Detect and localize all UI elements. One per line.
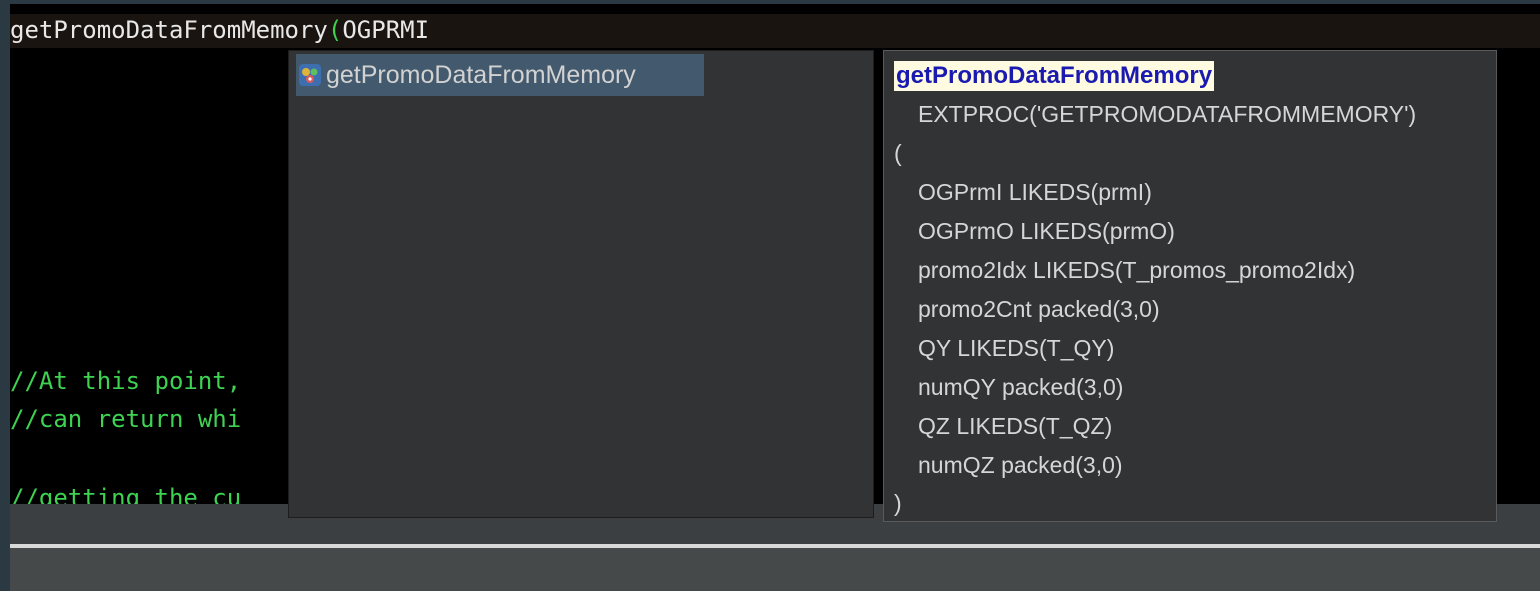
detail-title: getPromoDataFromMemory — [894, 61, 1215, 91]
typed-argument: OGPRMI — [342, 16, 430, 44]
detail-line: ) — [894, 490, 902, 516]
detail-line: OGPrmI LIKEDS(prmI) — [918, 179, 1152, 205]
detail-line: numQZ packed(3,0) — [918, 452, 1123, 478]
current-code-line[interactable]: getPromoDataFromMemory(OGPRMI — [10, 14, 1540, 48]
detail-line: OGPrmO LIKEDS(prmO) — [918, 218, 1175, 244]
detail-line: promo2Idx LIKEDS(T_promos_promo2Idx) — [918, 257, 1356, 283]
procedure-icon — [298, 63, 322, 87]
proposal-item[interactable]: getPromoDataFromMemory — [296, 54, 704, 96]
function-call-name: getPromoDataFromMemory — [10, 16, 328, 44]
detail-line: EXTPROC('GETPROMODATAFROMMEMORY') — [918, 101, 1417, 127]
code-editor[interactable]: getPromoDataFromMemory(OGPRMI //At this … — [10, 4, 1540, 591]
detail-line: ( — [894, 140, 902, 166]
detail-line: promo2Cnt packed(3,0) — [918, 296, 1160, 322]
lower-panel-body — [10, 548, 1540, 591]
proposal-label: getPromoDataFromMemory — [326, 60, 636, 89]
detail-line: numQY packed(3,0) — [918, 374, 1124, 400]
open-paren: ( — [327, 16, 343, 44]
detail-line: QZ LIKEDS(T_QZ) — [918, 413, 1113, 439]
content-assist-list[interactable]: getPromoDataFromMemory — [288, 50, 874, 518]
comment-line: //At this point, — [10, 367, 242, 395]
detail-line: QY LIKEDS(T_QY) — [918, 335, 1115, 361]
comment-line: //can return whi — [10, 405, 242, 433]
proposal-detail-popup: getPromoDataFromMemory EXTPROC('GETPROMO… — [883, 50, 1497, 522]
